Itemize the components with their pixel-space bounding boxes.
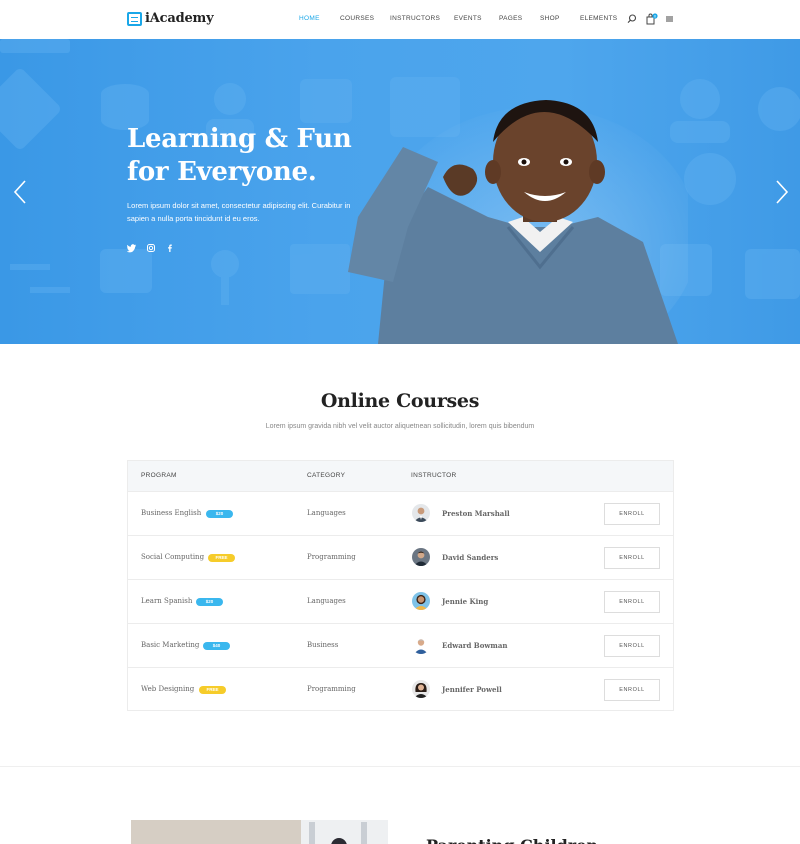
- hero-image-child: [348, 100, 688, 344]
- price-badge: FREE: [199, 686, 226, 694]
- program-name[interactable]: Business English: [141, 509, 201, 517]
- cart-icon[interactable]: 0: [646, 13, 658, 25]
- avatar: [412, 504, 430, 522]
- program-name[interactable]: Learn Spanish: [141, 597, 192, 605]
- table-row: Web Designing FREE Programming Jennifer …: [128, 668, 673, 712]
- nav-item-pages[interactable]: PAGES: [499, 15, 522, 22]
- enroll-button[interactable]: ENROLL: [604, 547, 660, 569]
- table-header: PROGRAM CATEGORY INSTRUCTOR: [128, 461, 673, 492]
- enroll-button[interactable]: ENROLL: [604, 503, 660, 525]
- avatar: [412, 592, 430, 610]
- section-image: [131, 820, 388, 844]
- enroll-button[interactable]: ENROLL: [604, 679, 660, 701]
- instructor-name[interactable]: Jennie King: [442, 597, 488, 606]
- section-divider: [0, 766, 800, 767]
- nav-item-shop[interactable]: SHOP: [540, 15, 560, 22]
- hero-description: Lorem ipsum dolor sit amet, consectetur …: [127, 201, 351, 223]
- price-badge: $20: [206, 510, 233, 518]
- price-badge: $20: [196, 598, 223, 606]
- section-subtitle: Lorem ipsum gravida nibh vel velit aucto…: [265, 423, 535, 430]
- instructor-name[interactable]: Edward Bowman: [442, 641, 507, 650]
- category: Languages: [307, 509, 346, 517]
- cart-count: 0: [654, 14, 656, 18]
- hero-social-links: [126, 240, 175, 253]
- category: Languages: [307, 597, 346, 605]
- avatar: [412, 636, 430, 654]
- section-title: Online Courses: [320, 390, 480, 412]
- menu-icon[interactable]: [665, 13, 675, 25]
- avatar: [412, 548, 430, 566]
- nav-item-home[interactable]: HOME: [299, 15, 320, 22]
- nav-item-instructors[interactable]: INSTRUCTORS: [390, 15, 440, 22]
- instructor-name[interactable]: Jennifer Powell: [442, 685, 502, 694]
- price-badge: FREE: [208, 554, 235, 562]
- courses-table: PROGRAM CATEGORY INSTRUCTOR Business Eng…: [127, 460, 674, 711]
- arrow-left-icon[interactable]: [12, 179, 28, 205]
- site-header: iAcademy HOME COURSES INSTRUCTORS EVENTS…: [0, 0, 800, 39]
- twitter-icon[interactable]: [126, 240, 137, 253]
- category: Programming: [307, 685, 356, 693]
- hero-title: Learning & Fun for Everyone.: [127, 123, 352, 189]
- enroll-button[interactable]: ENROLL: [604, 591, 660, 613]
- nav-item-elements[interactable]: ELEMENTS: [580, 15, 617, 22]
- program-name[interactable]: Social Computing: [141, 553, 204, 561]
- column-header-category: CATEGORY: [307, 472, 346, 479]
- table-row: Learn Spanish $20 Languages Jennie King …: [128, 580, 673, 624]
- program-name[interactable]: Basic Marketing: [141, 641, 199, 649]
- instagram-icon[interactable]: [146, 240, 156, 252]
- search-icon[interactable]: [627, 13, 637, 25]
- nav-item-events[interactable]: EVENTS: [454, 15, 482, 22]
- enroll-button[interactable]: ENROLL: [604, 635, 660, 657]
- table-row: Business English $20 Languages Preston M…: [128, 492, 673, 536]
- nav-item-courses[interactable]: COURSES: [340, 15, 374, 22]
- book-icon: [127, 11, 142, 26]
- price-badge: $40: [203, 642, 230, 650]
- avatar: [412, 680, 430, 698]
- instructor-name[interactable]: David Sanders: [442, 553, 498, 562]
- category: Business: [307, 641, 339, 649]
- facebook-icon[interactable]: [165, 240, 175, 252]
- hero-title-line1: Learning & Fun: [127, 124, 352, 154]
- program-name[interactable]: Web Designing: [141, 685, 194, 693]
- arrow-right-icon[interactable]: [774, 179, 790, 205]
- category: Programming: [307, 553, 356, 561]
- hero-title-line2: for Everyone.: [127, 157, 317, 187]
- column-header-program: PROGRAM: [141, 472, 177, 479]
- table-row: Basic Marketing $40 Business Edward Bowm…: [128, 624, 673, 668]
- instructor-name[interactable]: Preston Marshall: [442, 509, 510, 518]
- logo[interactable]: iAcademy: [127, 11, 214, 26]
- hero-slider: Learning & Fun for Everyone. Lorem ipsum…: [0, 39, 800, 344]
- logo-text: iAcademy: [145, 11, 214, 26]
- next-section-heading: Parenting Children: [426, 836, 598, 844]
- table-row: Social Computing FREE Programming David …: [128, 536, 673, 580]
- column-header-instructor: INSTRUCTOR: [411, 472, 457, 479]
